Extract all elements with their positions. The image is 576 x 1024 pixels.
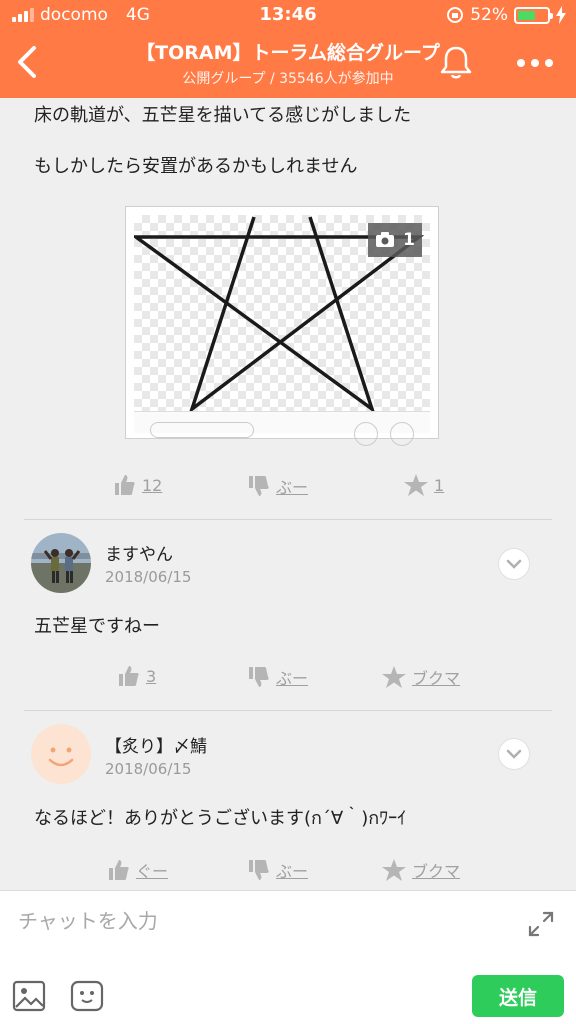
- comment-date: 2018/06/15: [105, 568, 192, 586]
- avatar[interactable]: [31, 533, 91, 593]
- comment-date: 2018/06/15: [105, 760, 192, 778]
- thumbs-up-icon: [119, 666, 139, 686]
- battery-icon: [514, 6, 553, 24]
- star-icon: [382, 666, 406, 688]
- star-button[interactable]: 1: [404, 474, 444, 496]
- comment-text: 五芒星ですねー: [34, 616, 160, 637]
- star-icon: [404, 474, 428, 496]
- thumbs-down-icon: [249, 860, 269, 880]
- back-button[interactable]: [10, 42, 44, 82]
- thumbs-down-icon: [249, 476, 269, 496]
- image-icon: [12, 980, 46, 1012]
- group-title-block[interactable]: 【TORAM】トーラム総合グループ 公開グループ / 35546人が参加中: [90, 38, 486, 88]
- app-header: docomo 4G 13:46 52% 【TORAM】トーラム総合グループ 公開…: [0, 0, 576, 98]
- more-options-button[interactable]: [510, 48, 560, 78]
- image-footer: [134, 411, 430, 446]
- like-label: ぐー: [136, 862, 169, 881]
- expand-icon: [528, 911, 554, 937]
- thumbs-up-icon: [115, 475, 135, 495]
- attach-image-button[interactable]: [12, 979, 46, 1013]
- default-avatar-icon: [31, 724, 91, 784]
- chat-content[interactable]: 床の軌道が、五芒星を描いてる感じがしました もしかしたら安置があるかもしれません…: [0, 98, 576, 890]
- sticker-button[interactable]: [70, 979, 104, 1013]
- camera-icon: [376, 232, 395, 247]
- avatar[interactable]: [31, 724, 91, 784]
- comment-reactions: ぐー ぶー ブクマ: [0, 858, 576, 888]
- bookmark-button[interactable]: ブクマ: [382, 665, 460, 689]
- star-count: 1: [434, 475, 445, 495]
- chevron-left-icon: [18, 46, 36, 78]
- comment-reactions: 3 ぶー ブクマ: [0, 665, 576, 695]
- like-button[interactable]: 12: [114, 474, 162, 496]
- like-count: 3: [146, 666, 157, 686]
- divider: [24, 519, 552, 520]
- expand-input-button[interactable]: [526, 909, 556, 939]
- charging-icon: [556, 6, 566, 24]
- like-count: 12: [142, 475, 163, 495]
- chat-input[interactable]: [18, 901, 498, 941]
- group-title: 【TORAM】トーラム総合グループ: [136, 42, 440, 64]
- like-button[interactable]: ぐー: [108, 858, 168, 882]
- star-icon: [382, 859, 406, 881]
- post-text-line: もしかしたら安置があるかもしれません: [34, 156, 358, 177]
- bell-icon: [440, 46, 472, 79]
- bookmark-button[interactable]: ブクマ: [382, 858, 460, 882]
- dislike-label: ぶー: [276, 669, 309, 688]
- chevron-down-icon: [506, 749, 522, 759]
- photo-count-badge: 1: [368, 223, 422, 257]
- thumbs-down-icon: [249, 667, 269, 687]
- dislike-label: ぶー: [276, 862, 309, 881]
- orientation-lock-icon: [447, 7, 464, 23]
- comment-author[interactable]: ますやん: [105, 540, 173, 565]
- pentagram-image: 1: [134, 215, 430, 411]
- group-subtitle: 公開グループ / 35546人が参加中: [182, 71, 394, 87]
- comment-author[interactable]: 【炙り】〆鯖: [105, 732, 207, 757]
- battery-percent: 52%: [470, 5, 508, 25]
- comment-text: なるほど！ありがとうございます(ก´∀｀)กﾜｰｲ: [34, 808, 407, 829]
- dislike-button[interactable]: ぶー: [248, 665, 308, 689]
- send-button[interactable]: 送信: [472, 975, 564, 1017]
- chevron-down-icon: [506, 559, 522, 569]
- status-bar: docomo 4G 13:46 52%: [0, 0, 576, 30]
- post-reactions: 12 ぶー 1: [0, 474, 576, 504]
- post-image[interactable]: 1: [125, 206, 439, 446]
- comment-menu-button[interactable]: [498, 548, 530, 580]
- like-button[interactable]: 3: [118, 665, 156, 687]
- dislike-button[interactable]: ぶー: [248, 474, 308, 498]
- dislike-button[interactable]: ぶー: [248, 858, 308, 882]
- divider: [24, 710, 552, 711]
- status-right: 52%: [446, 5, 566, 25]
- thumbs-up-icon: [109, 860, 129, 880]
- dislike-label: ぶー: [276, 478, 309, 497]
- bookmark-label: ブクマ: [412, 669, 461, 688]
- user-photo: [31, 533, 91, 593]
- bookmark-label: ブクマ: [412, 862, 461, 881]
- post-text-line: 床の軌道が、五芒星を描いてる感じがしました: [34, 105, 412, 126]
- nav-bar: 【TORAM】トーラム総合グループ 公開グループ / 35546人が参加中: [0, 32, 576, 94]
- photo-count: 1: [403, 230, 415, 250]
- emoji-icon: [70, 980, 104, 1012]
- comment-menu-button[interactable]: [498, 738, 530, 770]
- chat-input-bar: 送信: [0, 890, 576, 1024]
- notification-button[interactable]: [436, 42, 476, 82]
